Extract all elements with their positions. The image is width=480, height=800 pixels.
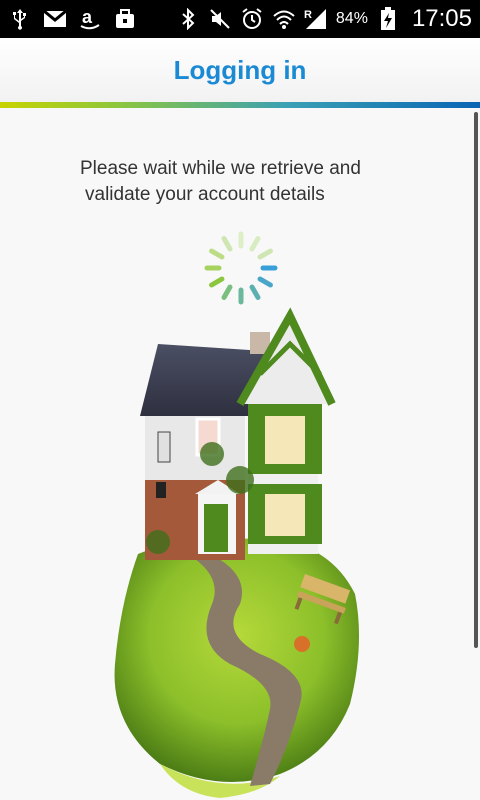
loading-spinner-icon [204,231,278,305]
svg-text:R: R [304,9,312,21]
amazon-icon: a [78,7,102,31]
status-bar: a R 84% 17:05 [0,0,480,38]
message-line-1: Please wait while we retrieve and [80,158,361,179]
main-content: Please wait while we retrieve and valida… [0,108,480,800]
wifi-icon [272,7,296,31]
scrollbar[interactable] [474,112,478,648]
page-title: Logging in [173,54,307,85]
signal-icon: R [304,7,328,31]
house-illustration [114,307,359,798]
battery-percent: 84% [335,10,368,27]
usb-icon [8,7,32,31]
title-bar: Logging in [0,38,480,102]
message-line-2: validate your account details [85,184,325,205]
briefcase-icon [113,7,137,31]
loading-message: Please wait while we retrieve and valida… [80,156,420,208]
gmail-icon [43,7,67,31]
bluetooth-icon [176,7,200,31]
mute-icon [208,7,232,31]
svg-text:a: a [82,7,93,27]
clock: 17:05 [411,5,472,32]
alarm-icon [240,7,264,31]
battery-charging-icon [376,7,400,31]
